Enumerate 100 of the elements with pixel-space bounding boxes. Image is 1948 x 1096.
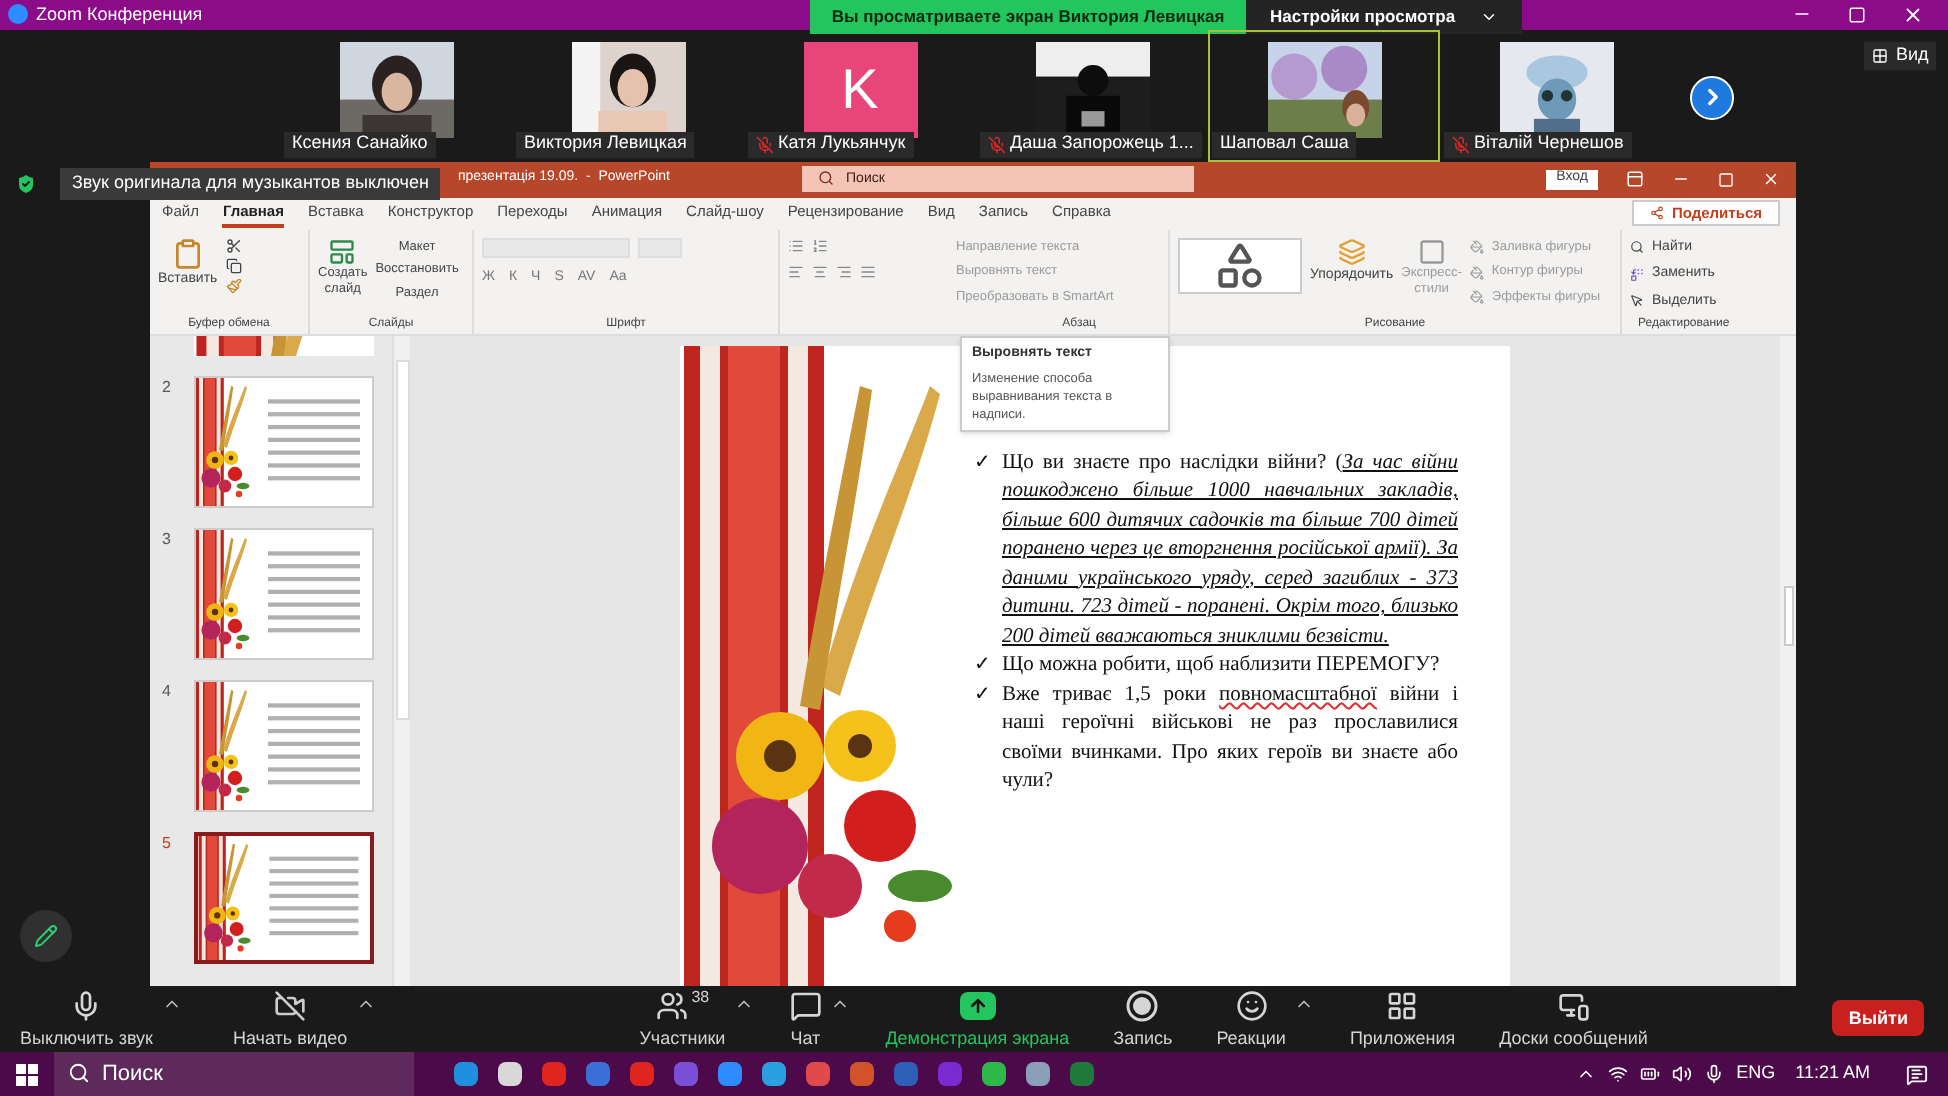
new-slide-icon [328,237,357,265]
app-icon[interactable] [762,1062,786,1086]
clipboard-icon [171,237,204,269]
name-label: Віталій Чернешов [1444,131,1632,157]
slide-number: 2 [162,375,173,399]
annotate-button[interactable] [19,909,71,961]
restore-icon[interactable] [1848,5,1866,24]
layers-icon [1337,237,1366,265]
mic-icon[interactable] [1704,1064,1725,1084]
align-center-icon[interactable] [812,263,828,279]
shapes-gallery-icon[interactable] [1178,237,1302,293]
reactions-button[interactable]: Реакции [1208,985,1294,1052]
participant-count: 38 [691,985,710,1009]
align-right-icon[interactable] [836,263,852,279]
app-icon[interactable] [498,1062,522,1086]
shield-icon [14,171,38,195]
share-banner: Вы просматриваете экран Виктория Левицкая [810,0,1246,34]
muted-mic-icon [988,135,1006,153]
next-page-button[interactable] [1690,75,1734,119]
restore-icon[interactable] [1718,171,1734,187]
numbering-icon[interactable] [812,237,828,253]
wifi-icon[interactable] [1608,1064,1629,1084]
paint-bucket-icon [1469,239,1484,254]
chevron-down-icon [1479,8,1498,26]
share-icon [1649,206,1664,220]
search-icon [1630,240,1644,255]
record-icon [1126,989,1159,1021]
participant-tile[interactable]: K Катя Лукьянчук [744,29,976,161]
paint-bucket-icon [1469,290,1484,305]
check-icon: ✓ [974,449,990,652]
volume-icon[interactable] [1672,1064,1693,1084]
chat-button[interactable]: Чат [781,985,830,1052]
name-label: Шаповал Саша [1212,131,1357,157]
square-icon [1417,237,1446,265]
participant-tile[interactable]: Віталій Чернешов [1440,29,1672,161]
zoom-logo-icon [8,4,28,25]
name-label: Виктория Левицкая [516,131,695,157]
close-icon[interactable] [1902,3,1924,26]
battery-icon[interactable] [1640,1064,1661,1084]
muted-mic-icon [756,135,774,153]
pointer-icon [1630,294,1644,309]
pencil-icon [33,923,57,947]
grid-icon [1872,47,1888,63]
apps-icon [1386,989,1419,1021]
view-button[interactable]: Вид [1864,41,1937,69]
clock[interactable]: 11:21 AM [1795,1060,1870,1088]
share-screen-icon [959,991,996,1019]
participant-tile[interactable]: Ксения Санайко [280,29,512,161]
language-indicator[interactable]: ENG [1736,1060,1776,1088]
align-left-icon[interactable] [788,263,804,279]
record-button[interactable]: Запись [1105,985,1181,1052]
notification-toast: Звук оригинала для музыкантов выключен [60,167,441,199]
participants-button[interactable]: 38 Участники [631,985,734,1052]
mic-button[interactable]: Выключить звук [12,985,161,1052]
name-label: Даша Запорожець 1... [980,131,1202,157]
apps-button[interactable]: Приложения [1341,985,1464,1052]
share-button[interactable]: Демонстрация экрана [877,985,1078,1052]
leave-button[interactable]: Выйти [1832,1000,1924,1037]
notifications-icon[interactable] [1906,1063,1928,1085]
bullet-text: Що можна робити, щоб наблизити ПЕРЕМОГУ? [1002,652,1442,680]
search-icon [68,1062,90,1084]
justify-icon[interactable] [860,263,876,279]
bullet-text: Вже триває 1,5 роки повномасштабної війни і наші героїчні військові не раз прославилися своїми вчинками. Про яких героїв ви знаєте або чули? [1002,681,1458,796]
app-icon[interactable] [718,1062,742,1086]
copy-icon[interactable] [225,257,242,273]
cut-icon[interactable] [225,237,242,253]
check-icon: ✓ [974,652,990,681]
video-button[interactable]: Начать видео [225,985,356,1052]
app-icon[interactable] [454,1062,478,1086]
bullets-icon[interactable] [788,237,804,253]
close-icon[interactable] [1762,170,1780,188]
bullet-text: Що ви знаєте про наслідки війни? (За час війни пошкоджено більше 1000 навчальних закладів, більше 600 дитячих садочків та більше 700 дітей поранено через це вторгнення російської армії). За даними українського уряду, серед загиблих - 373 дитини. 723 дітей - поранені. Окрім того, близько 200 дітей вважаються зниклими безвісти. [1002,449,1458,651]
boards-icon [1557,989,1590,1021]
scrollbar[interactable] [392,335,410,985]
search-icon [818,170,835,186]
muted-mic-icon [1452,135,1470,153]
app-icon[interactable] [982,1062,1006,1086]
name-label: Ксения Санайко [284,131,436,157]
view-settings-button[interactable]: Настройки просмотра [1246,0,1522,34]
participant-tile[interactable]: Даша Запорожець 1... [976,29,1208,161]
video-icon [274,989,307,1021]
slide-number: 4 [162,679,173,703]
chat-icon [789,989,822,1021]
paint-bucket-icon [1469,265,1484,280]
participants-icon [655,989,688,1021]
slide-thumbnail[interactable] [194,831,374,963]
slide-number: 3 [162,527,173,551]
ribbon-display-icon[interactable] [1626,170,1644,188]
participant-tile[interactable]: Шаповал Саша [1208,29,1440,161]
taskbar-search-field[interactable]: Поиск [54,1052,414,1096]
windows-icon[interactable] [16,1063,38,1085]
slide-number: 5 [162,831,173,855]
app-icon[interactable] [1026,1062,1050,1086]
avatar: K [803,41,917,137]
check-icon: ✓ [974,681,990,797]
window-title: Zoom Конференция [36,1,203,28]
mic-icon [70,989,103,1021]
participant-tile[interactable]: Виктория Левицкая [512,29,744,161]
reactions-icon [1235,989,1268,1021]
boards-button[interactable]: Доски сообщений [1491,985,1656,1052]
